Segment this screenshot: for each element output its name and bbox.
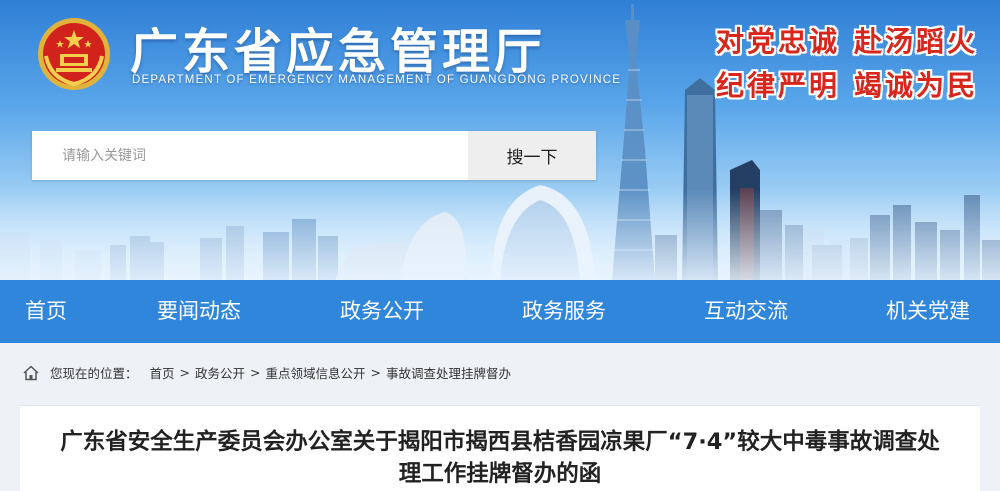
national-emblem-icon[interactable] — [36, 16, 112, 92]
breadcrumb-key-areas[interactable]: 重点领域信息公开 — [266, 363, 366, 382]
breadcrumb-separator: > — [370, 365, 382, 380]
article-title-line-2: 理工作挂牌督办的函 — [398, 461, 602, 487]
site-subtitle: DEPARTMENT OF EMERGENCY MANAGEMENT OF GU… — [132, 74, 622, 86]
breadcrumb-gov-affairs-open[interactable]: 政务公开 — [195, 363, 245, 382]
nav-item-home[interactable]: 首页 — [25, 280, 67, 343]
header-banner: 广东省应急管理厅 DEPARTMENT OF EMERGENCY MANAGEM… — [0, 0, 1000, 280]
breadcrumb-separator: > — [179, 365, 191, 380]
breadcrumb-separator: > — [250, 365, 261, 380]
article-card: 广东省安全生产委员会办公室关于揭阳市揭西县桔香园凉果厂“7·4”较大中毒事故调查… — [20, 405, 980, 491]
search-box: 搜一下 — [32, 131, 596, 180]
horizon-haze — [0, 190, 1000, 280]
nav-item-gov-services[interactable]: 政务服务 — [522, 280, 606, 343]
slogan-courage: 赴汤蹈火 — [854, 25, 979, 58]
site-title[interactable]: 广东省应急管理厅 — [130, 12, 546, 82]
main-nav: 首页 要闻动态 政务公开 政务服务 互动交流 机关党建 — [0, 280, 1000, 343]
home-icon — [23, 365, 39, 380]
nav-item-interaction[interactable]: 互动交流 — [704, 280, 788, 343]
breadcrumb-home[interactable]: 首页 — [150, 363, 175, 382]
slogan-loyalty: 对党忠诚 — [716, 25, 841, 58]
slogan-discipline: 纪律严明 — [716, 69, 841, 102]
search-input[interactable] — [32, 131, 468, 180]
breadcrumb: 您现在的位置： 首页 > 政务公开 > 重点领域信息公开 > 事故调查处理挂牌督… — [22, 363, 511, 382]
article-title-line-1: 广东省安全生产委员会办公室关于揭阳市揭西县桔香园凉果厂“7·4”较大中毒事故调查… — [60, 429, 940, 455]
search-button[interactable]: 搜一下 — [468, 131, 596, 180]
nav-item-gov-affairs-open[interactable]: 政务公开 — [340, 280, 424, 343]
slogan-service: 竭诚为民 — [854, 69, 979, 102]
nav-item-party-building[interactable]: 机关党建 — [886, 280, 970, 343]
article-title: 广东省安全生产委员会办公室关于揭阳市揭西县桔香园凉果厂“7·4”较大中毒事故调查… — [20, 426, 980, 490]
nav-item-news[interactable]: 要闻动态 — [157, 280, 241, 343]
breadcrumb-accident-supervision[interactable]: 事故调查处理挂牌督办 — [386, 363, 511, 382]
breadcrumb-prefix: 您现在的位置： — [50, 366, 138, 381]
breadcrumb-bar: 您现在的位置： 首页 > 政务公开 > 重点领域信息公开 > 事故调查处理挂牌督… — [0, 343, 1000, 403]
